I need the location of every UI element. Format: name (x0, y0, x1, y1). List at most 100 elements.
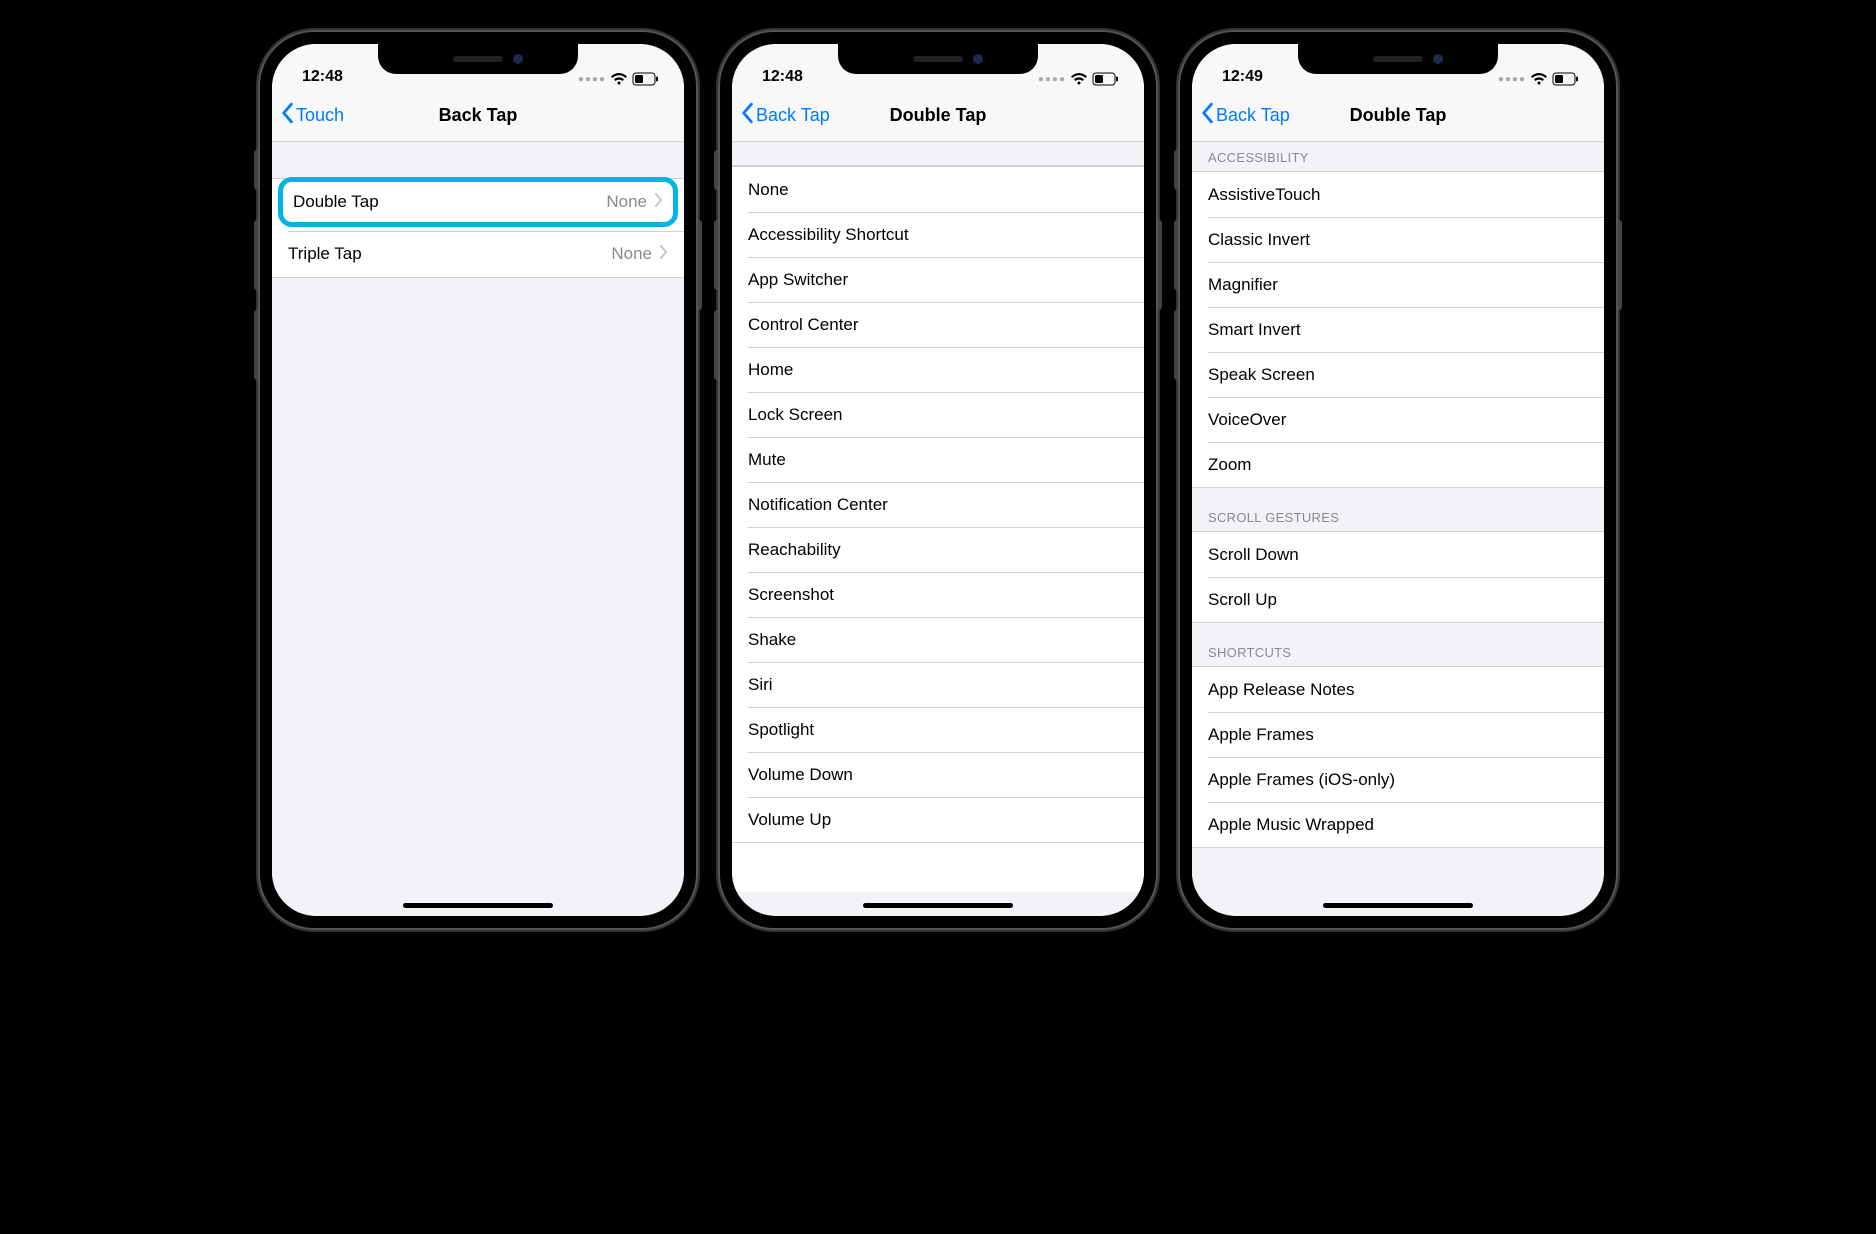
row-label: Lock Screen (748, 405, 843, 425)
chevron-left-icon (1200, 102, 1214, 129)
option-row[interactable]: Spotlight (732, 707, 1144, 752)
section-header: SHORTCUTS (1192, 623, 1604, 666)
row-label: Screenshot (748, 585, 834, 605)
row-label: Notification Center (748, 495, 888, 515)
row-label: Mute (748, 450, 786, 470)
row-triple-tap[interactable]: Triple Tap None (272, 231, 684, 277)
row-label: Reachability (748, 540, 841, 560)
row-label: Spotlight (748, 720, 814, 740)
option-row[interactable]: Apple Music Wrapped (1192, 802, 1604, 847)
status-time: 12:48 (302, 68, 343, 86)
row-label: VoiceOver (1208, 410, 1286, 430)
row-label: Classic Invert (1208, 230, 1310, 250)
nav-bar: Touch Back Tap (272, 90, 684, 142)
battery-icon (1552, 72, 1580, 86)
screen: 12:48 ●●●● Back Tap Double Tap (732, 44, 1144, 916)
option-row[interactable]: Lock Screen (732, 392, 1144, 437)
row-label: Apple Frames (iOS-only) (1208, 770, 1395, 790)
option-row[interactable]: Siri (732, 662, 1144, 707)
phone-frame: 12:48 ●●●● Touch Back Tap (258, 30, 698, 930)
option-row[interactable]: Classic Invert (1192, 217, 1604, 262)
row-value: None (611, 244, 652, 264)
option-row[interactable]: Reachability (732, 527, 1144, 572)
row-label: None (748, 180, 789, 200)
screen: 12:49 ●●●● Back Tap Double Tap ACCESSIBI… (1192, 44, 1604, 916)
chevron-right-icon (660, 245, 668, 264)
row-double-tap[interactable]: Double Tap None (278, 177, 678, 227)
row-label: Siri (748, 675, 773, 695)
status-time: 12:49 (1222, 68, 1263, 86)
row-label: Volume Up (748, 810, 831, 830)
section-header: ACCESSIBILITY (1192, 142, 1604, 171)
option-row[interactable]: Screenshot (732, 572, 1144, 617)
row-label: Double Tap (293, 192, 379, 212)
option-row[interactable]: Notification Center (732, 482, 1144, 527)
option-row[interactable]: None (732, 167, 1144, 212)
row-label: Control Center (748, 315, 859, 335)
row-label: Shake (748, 630, 796, 650)
nav-bar: Back Tap Double Tap (732, 90, 1144, 142)
phone-frame: 12:49 ●●●● Back Tap Double Tap ACCESSIBI… (1178, 30, 1618, 930)
cellular-icon: ●●●● (1498, 74, 1526, 85)
option-row[interactable]: Volume Down (732, 752, 1144, 797)
home-indicator[interactable] (1323, 903, 1473, 908)
option-row[interactable]: Home (732, 347, 1144, 392)
screen: 12:48 ●●●● Touch Back Tap (272, 44, 684, 916)
option-row[interactable]: Scroll Up (1192, 577, 1604, 622)
wifi-icon (610, 72, 628, 86)
home-indicator[interactable] (403, 903, 553, 908)
option-row[interactable]: Smart Invert (1192, 307, 1604, 352)
row-label: AssistiveTouch (1208, 185, 1320, 205)
option-row[interactable]: VoiceOver (1192, 397, 1604, 442)
option-row[interactable]: Zoom (1192, 442, 1604, 487)
row-label: Zoom (1208, 455, 1251, 475)
option-row[interactable]: Mute (732, 437, 1144, 482)
option-row[interactable]: AssistiveTouch (1192, 172, 1604, 217)
chevron-right-icon (655, 193, 663, 212)
back-button[interactable]: Back Tap (740, 102, 830, 129)
status-time: 12:48 (762, 68, 803, 86)
settings-content[interactable]: None Accessibility Shortcut App Switcher Co… (732, 142, 1144, 892)
option-row[interactable]: Scroll Down (1192, 532, 1604, 577)
nav-bar: Back Tap Double Tap (1192, 90, 1604, 142)
home-indicator[interactable] (863, 903, 1013, 908)
back-button[interactable]: Touch (280, 102, 344, 129)
cellular-icon: ●●●● (578, 74, 606, 85)
option-row[interactable]: Apple Frames (1192, 712, 1604, 757)
row-label: Apple Frames (1208, 725, 1314, 745)
option-row[interactable]: Shake (732, 617, 1144, 662)
settings-content[interactable]: ACCESSIBILITY AssistiveTouch Classic Inver… (1192, 142, 1604, 892)
option-row[interactable]: Control Center (732, 302, 1144, 347)
row-label: App Release Notes (1208, 680, 1354, 700)
option-row[interactable]: App Switcher (732, 257, 1144, 302)
row-label: Speak Screen (1208, 365, 1315, 385)
notch (1298, 44, 1498, 74)
back-label: Touch (296, 105, 344, 126)
wifi-icon (1070, 72, 1088, 86)
wifi-icon (1530, 72, 1548, 86)
row-label: Scroll Down (1208, 545, 1299, 565)
battery-icon (632, 72, 660, 86)
chevron-left-icon (740, 102, 754, 129)
notch (378, 44, 578, 74)
option-row[interactable]: Accessibility Shortcut (732, 212, 1144, 257)
back-button[interactable]: Back Tap (1200, 102, 1290, 129)
battery-icon (1092, 72, 1120, 86)
option-row[interactable]: Apple Frames (iOS-only) (1192, 757, 1604, 802)
option-row[interactable]: Speak Screen (1192, 352, 1604, 397)
option-row[interactable]: Volume Up (732, 797, 1144, 842)
settings-content[interactable]: Double Tap None Triple Tap None (272, 142, 684, 892)
row-label: Volume Down (748, 765, 853, 785)
row-label: Magnifier (1208, 275, 1278, 295)
row-label: Smart Invert (1208, 320, 1301, 340)
section-header: SCROLL GESTURES (1192, 488, 1604, 531)
option-row[interactable]: Magnifier (1192, 262, 1604, 307)
chevron-left-icon (280, 102, 294, 129)
row-label: Triple Tap (288, 244, 362, 264)
option-row[interactable]: App Release Notes (1192, 667, 1604, 712)
back-label: Back Tap (756, 105, 830, 126)
row-label: Scroll Up (1208, 590, 1277, 610)
row-label: App Switcher (748, 270, 848, 290)
row-label: Apple Music Wrapped (1208, 815, 1374, 835)
notch (838, 44, 1038, 74)
